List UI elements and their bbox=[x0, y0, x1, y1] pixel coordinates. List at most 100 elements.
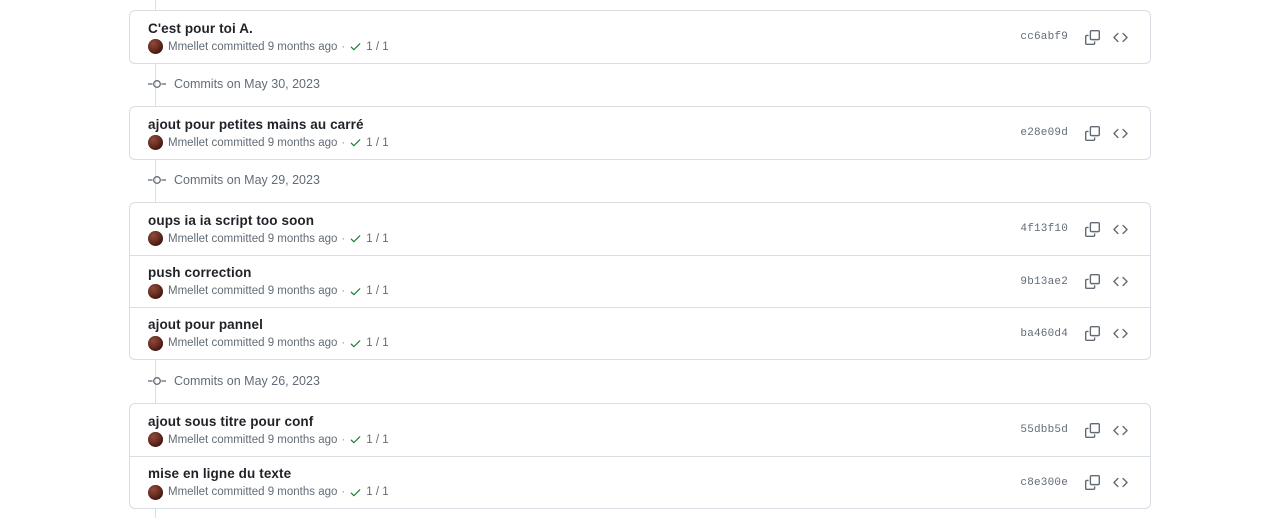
commit-actions: c8e300e bbox=[1020, 470, 1134, 496]
commit-author[interactable]: Mmellet bbox=[168, 135, 208, 151]
commit-meta: Mmellet committed 9 months ago · 1 / 1 bbox=[148, 432, 389, 448]
author-avatar[interactable] bbox=[148, 135, 163, 150]
commit-group: oups ia ia script too soon Mmellet commi… bbox=[129, 202, 1151, 360]
commit-sha[interactable]: 4f13f10 bbox=[1020, 223, 1068, 235]
commit-time: committed 9 months ago bbox=[211, 433, 338, 446]
check-success-icon[interactable] bbox=[349, 285, 362, 298]
commit-row[interactable]: ajout pour pannel Mmellet committed 9 mo… bbox=[130, 307, 1150, 359]
commit-info: oups ia ia script too soon Mmellet commi… bbox=[148, 212, 389, 247]
commit-group: ajout pour petites mains au carré Mmelle… bbox=[129, 106, 1151, 160]
copy-icon[interactable] bbox=[1078, 24, 1106, 50]
meta-separator: · bbox=[341, 40, 346, 53]
date-separator: Commits on May 30, 2023 bbox=[129, 73, 529, 95]
commit-author[interactable]: Mmellet bbox=[168, 231, 208, 247]
commit-group: ajout sous titre pour conf Mmellet commi… bbox=[129, 403, 1151, 509]
commit-info: ajout pour petites mains au carré Mmelle… bbox=[148, 116, 389, 151]
commit-row[interactable]: ajout pour petites mains au carré Mmelle… bbox=[130, 107, 1150, 159]
commit-time: committed 9 months ago bbox=[211, 136, 338, 149]
code-icon[interactable] bbox=[1106, 216, 1134, 242]
commit-sha[interactable]: ba460d4 bbox=[1020, 328, 1068, 340]
check-success-icon[interactable] bbox=[349, 136, 362, 149]
author-avatar[interactable] bbox=[148, 432, 163, 447]
copy-icon[interactable] bbox=[1078, 470, 1106, 496]
check-success-icon[interactable] bbox=[349, 40, 362, 53]
author-avatar[interactable] bbox=[148, 39, 163, 54]
commit-actions: ba460d4 bbox=[1020, 321, 1134, 347]
commit-sha[interactable]: c8e300e bbox=[1020, 477, 1068, 489]
check-success-icon[interactable] bbox=[349, 232, 362, 245]
commit-row[interactable]: ajout sous titre pour conf Mmellet commi… bbox=[130, 404, 1150, 456]
meta-separator: · bbox=[341, 136, 346, 149]
copy-icon[interactable] bbox=[1078, 321, 1106, 347]
commit-meta: Mmellet committed 9 months ago · 1 / 1 bbox=[148, 135, 389, 151]
commit-author[interactable]: Mmellet bbox=[168, 283, 208, 299]
check-success-icon[interactable] bbox=[349, 337, 362, 350]
commit-author[interactable]: Mmellet bbox=[168, 432, 208, 448]
commit-node-icon bbox=[148, 375, 166, 387]
timeline-line-top bbox=[155, 0, 156, 10]
commit-title[interactable]: oups ia ia script too soon bbox=[148, 212, 389, 229]
author-avatar[interactable] bbox=[148, 484, 163, 500]
commit-group: C'est pour toi A. Mmellet committed 9 mo… bbox=[129, 10, 1151, 64]
check-success-icon[interactable] bbox=[349, 486, 362, 499]
commit-row[interactable]: push correction Mmellet committed 9 mont… bbox=[130, 255, 1150, 307]
commit-title[interactable]: C'est pour toi A. bbox=[148, 20, 389, 37]
date-separator: Commits on May 29, 2023 bbox=[129, 169, 529, 191]
commit-time: committed 9 months ago bbox=[211, 285, 338, 297]
commit-author[interactable]: Mmellet bbox=[168, 335, 208, 351]
date-label: Commits on May 29, 2023 bbox=[174, 173, 320, 187]
commit-title[interactable]: mise en ligne du texte bbox=[148, 465, 389, 482]
commit-meta: Mmellet committed 9 months ago · 1 / 1 bbox=[148, 39, 389, 55]
check-success-icon[interactable] bbox=[349, 433, 362, 446]
commit-title[interactable]: ajout pour pannel bbox=[148, 316, 389, 333]
commit-title[interactable]: push correction bbox=[148, 264, 389, 281]
commit-title[interactable]: ajout pour petites mains au carré bbox=[148, 116, 389, 133]
date-label: Commits on May 26, 2023 bbox=[174, 374, 320, 388]
commit-sha[interactable]: 55dbb5d bbox=[1020, 424, 1068, 436]
commit-row[interactable]: oups ia ia script too soon Mmellet commi… bbox=[130, 203, 1150, 255]
commit-row[interactable]: mise en ligne du texte Mmellet committed… bbox=[130, 456, 1150, 508]
commit-time: committed 9 months ago bbox=[211, 232, 338, 245]
code-icon[interactable] bbox=[1106, 321, 1134, 347]
commit-info: mise en ligne du texte Mmellet committed… bbox=[148, 465, 389, 500]
commit-actions: cc6abf9 bbox=[1020, 24, 1134, 50]
commit-info: ajout sous titre pour conf Mmellet commi… bbox=[148, 413, 389, 448]
meta-separator: · bbox=[341, 486, 346, 498]
commit-history-page: C'est pour toi A. Mmellet committed 9 mo… bbox=[0, 0, 1278, 518]
commit-meta: Mmellet committed 9 months ago · 1 / 1 bbox=[148, 283, 389, 299]
commit-title[interactable]: ajout sous titre pour conf bbox=[148, 413, 389, 430]
commit-author[interactable]: Mmellet bbox=[168, 39, 208, 55]
code-icon[interactable] bbox=[1106, 417, 1134, 443]
copy-icon[interactable] bbox=[1078, 417, 1106, 443]
commit-row[interactable]: C'est pour toi A. Mmellet committed 9 mo… bbox=[130, 11, 1150, 63]
commit-actions: 55dbb5d bbox=[1020, 417, 1134, 443]
date-label: Commits on May 30, 2023 bbox=[174, 77, 320, 91]
author-avatar[interactable] bbox=[148, 335, 163, 351]
commit-actions: 4f13f10 bbox=[1020, 216, 1134, 242]
copy-icon[interactable] bbox=[1078, 120, 1106, 146]
commit-time: committed 9 months ago bbox=[211, 40, 338, 53]
check-count: 1 / 1 bbox=[366, 232, 389, 245]
commit-meta: Mmellet committed 9 months ago · 1 / 1 bbox=[148, 335, 389, 351]
check-count: 1 / 1 bbox=[366, 40, 389, 53]
commit-node-icon bbox=[148, 78, 166, 90]
commit-sha[interactable]: 9b13ae2 bbox=[1020, 276, 1068, 288]
check-count: 1 / 1 bbox=[366, 337, 389, 349]
date-separator: Commits on May 26, 2023 bbox=[129, 370, 529, 392]
commit-meta: Mmellet committed 9 months ago · 1 / 1 bbox=[148, 484, 389, 500]
author-avatar[interactable] bbox=[148, 231, 163, 246]
commit-time: committed 9 months ago bbox=[211, 486, 338, 498]
code-icon[interactable] bbox=[1106, 269, 1134, 295]
commit-info: push correction Mmellet committed 9 mont… bbox=[148, 264, 389, 299]
code-icon[interactable] bbox=[1106, 120, 1134, 146]
commit-sha[interactable]: cc6abf9 bbox=[1020, 31, 1068, 43]
copy-icon[interactable] bbox=[1078, 216, 1106, 242]
commit-author[interactable]: Mmellet bbox=[168, 484, 208, 500]
author-avatar[interactable] bbox=[148, 283, 163, 299]
commit-sha[interactable]: e28e09d bbox=[1020, 127, 1068, 139]
meta-separator: · bbox=[341, 232, 346, 245]
check-count: 1 / 1 bbox=[366, 136, 389, 149]
code-icon[interactable] bbox=[1106, 24, 1134, 50]
code-icon[interactable] bbox=[1106, 470, 1134, 496]
copy-icon[interactable] bbox=[1078, 269, 1106, 295]
